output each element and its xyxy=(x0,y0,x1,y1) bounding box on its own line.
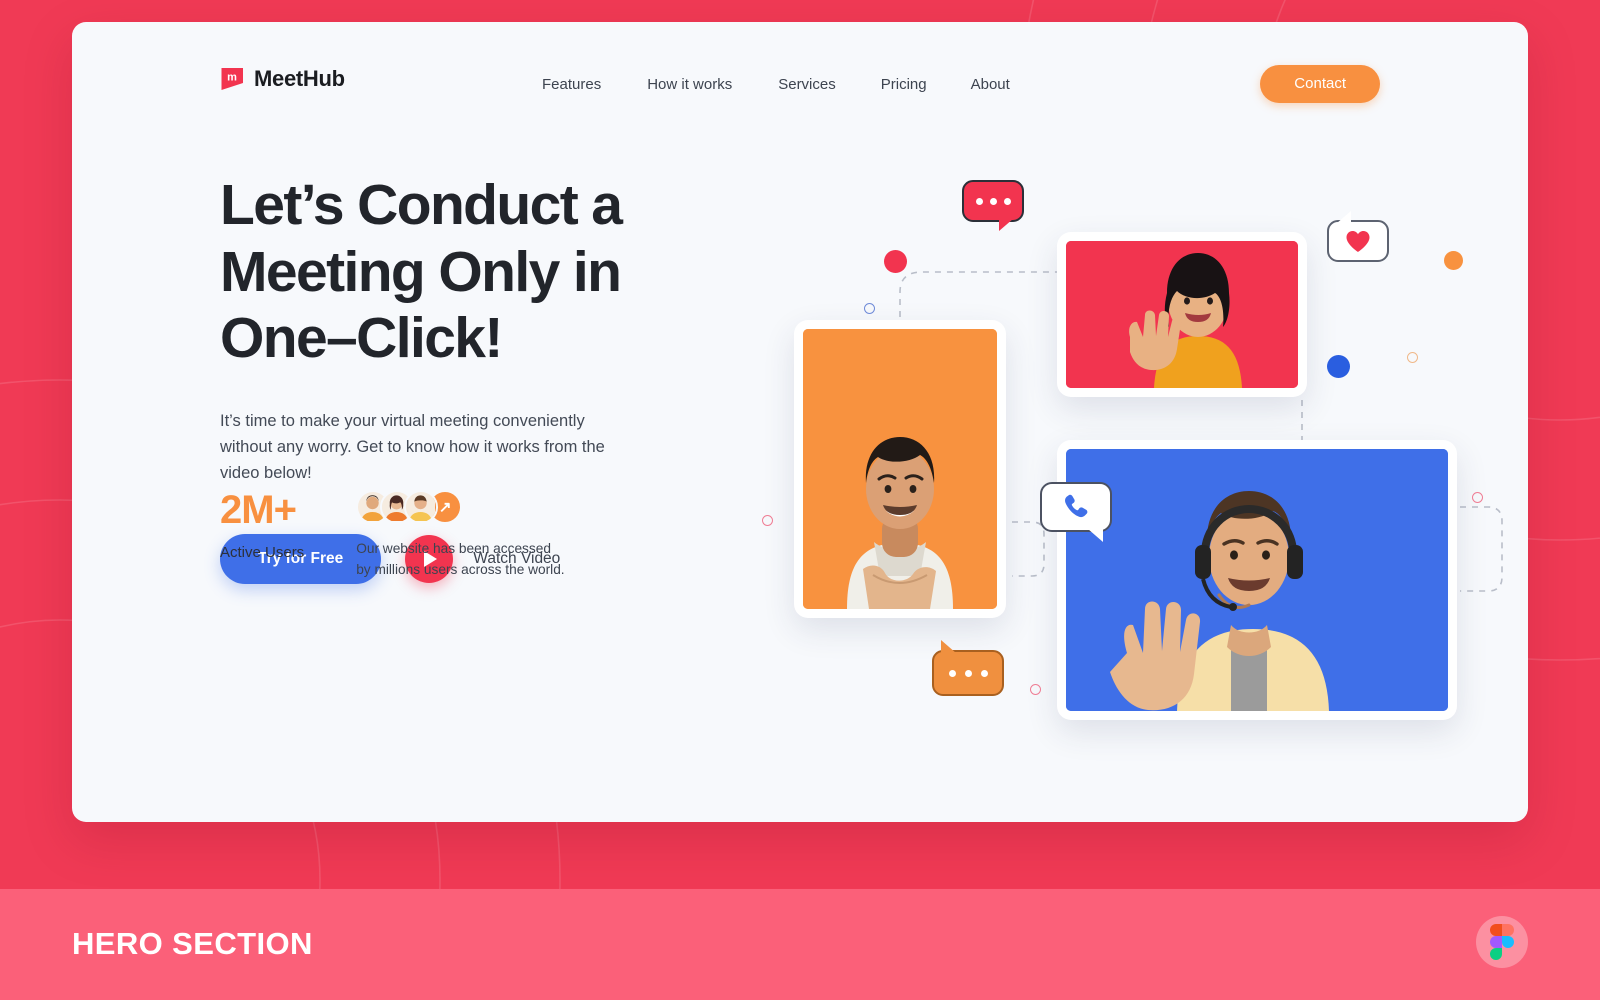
participant-card-red[interactable] xyxy=(1057,232,1307,397)
caption-strip: HERO SECTION xyxy=(0,889,1600,1000)
avatar xyxy=(404,490,439,524)
participant-card-blue[interactable] xyxy=(1057,440,1457,720)
video-feed-orange xyxy=(803,329,997,609)
social-proof-note-line-1: Our website has been accessed xyxy=(356,541,551,556)
accent-ring-blue xyxy=(864,303,875,314)
social-proof-note: Our website has been accessed by million… xyxy=(356,539,564,580)
nav-link-services[interactable]: Services xyxy=(778,70,836,99)
active-users-stat: 2M+ Active Users xyxy=(220,490,304,580)
meethub-mark-icon: m xyxy=(220,66,245,92)
stats-block: 2M+ Active Users ↗ Our website has been … xyxy=(220,490,565,580)
active-users-count: 2M+ xyxy=(220,488,297,532)
accent-ring-peach xyxy=(1407,352,1418,363)
typing-dot-icon xyxy=(1003,197,1011,205)
nav-link-pricing[interactable]: Pricing xyxy=(881,70,927,99)
nav-link-how-it-works[interactable]: How it works xyxy=(647,70,732,99)
accent-dot-blue xyxy=(1327,355,1350,378)
headline-line-1: Let’s Conduct a xyxy=(220,173,623,237)
accent-dot-orange xyxy=(1444,251,1463,270)
accent-dot-red xyxy=(884,250,907,273)
section-title: HERO SECTION xyxy=(72,926,313,961)
brand-name: MeetHub xyxy=(254,66,345,91)
brand-logo[interactable]: m MeetHub xyxy=(220,66,345,92)
hero-headline: Let’s Conduct a Meeting Only in One–Clic… xyxy=(220,172,690,372)
chat-bubble-red xyxy=(962,180,1024,231)
reaction-bubble-heart xyxy=(1327,211,1389,262)
nav-link-about[interactable]: About xyxy=(971,70,1010,99)
hero-subcopy: It’s time to make your virtual meeting c… xyxy=(220,412,605,482)
typing-dot-icon xyxy=(989,197,997,205)
chat-bubble-orange xyxy=(932,640,1004,696)
social-proof-note-line-2: by millions users across the world. xyxy=(356,561,565,577)
page-canvas: m MeetHub Features How it works Services… xyxy=(72,22,1528,822)
typing-dot-icon xyxy=(980,669,988,677)
headline-line-3: One–Click! xyxy=(220,306,503,371)
typing-dot-icon xyxy=(948,669,956,677)
headline-line-2: Meeting Only in xyxy=(220,239,622,304)
figma-badge[interactable] xyxy=(1476,916,1528,968)
active-users-label: Active Users xyxy=(220,544,305,561)
typing-dot-icon xyxy=(964,669,972,677)
mark-letter: m xyxy=(227,72,237,84)
heart-icon xyxy=(1346,230,1370,252)
typing-dot-icon xyxy=(975,197,983,205)
call-bubble-phone xyxy=(1040,482,1112,542)
nav-link-features[interactable]: Features xyxy=(542,70,601,99)
accent-ring-pink xyxy=(1472,492,1483,503)
avatar-group[interactable]: ↗ xyxy=(356,490,564,524)
phone-icon xyxy=(1065,494,1088,518)
contact-button[interactable]: Contact xyxy=(1260,65,1380,103)
accent-ring-pink xyxy=(1030,684,1041,695)
accent-ring-pink xyxy=(762,515,773,526)
navbar: m MeetHub Features How it works Services… xyxy=(72,22,1528,147)
video-feed-red xyxy=(1066,241,1298,388)
hero-illustration xyxy=(682,172,1512,772)
figma-logo-icon xyxy=(1490,924,1514,960)
social-proof: ↗ Our website has been accessed by milli… xyxy=(356,490,565,580)
participant-card-orange[interactable] xyxy=(794,320,1006,618)
primary-nav: Features How it works Services Pricing A… xyxy=(542,70,1010,99)
video-feed-blue xyxy=(1066,449,1448,711)
